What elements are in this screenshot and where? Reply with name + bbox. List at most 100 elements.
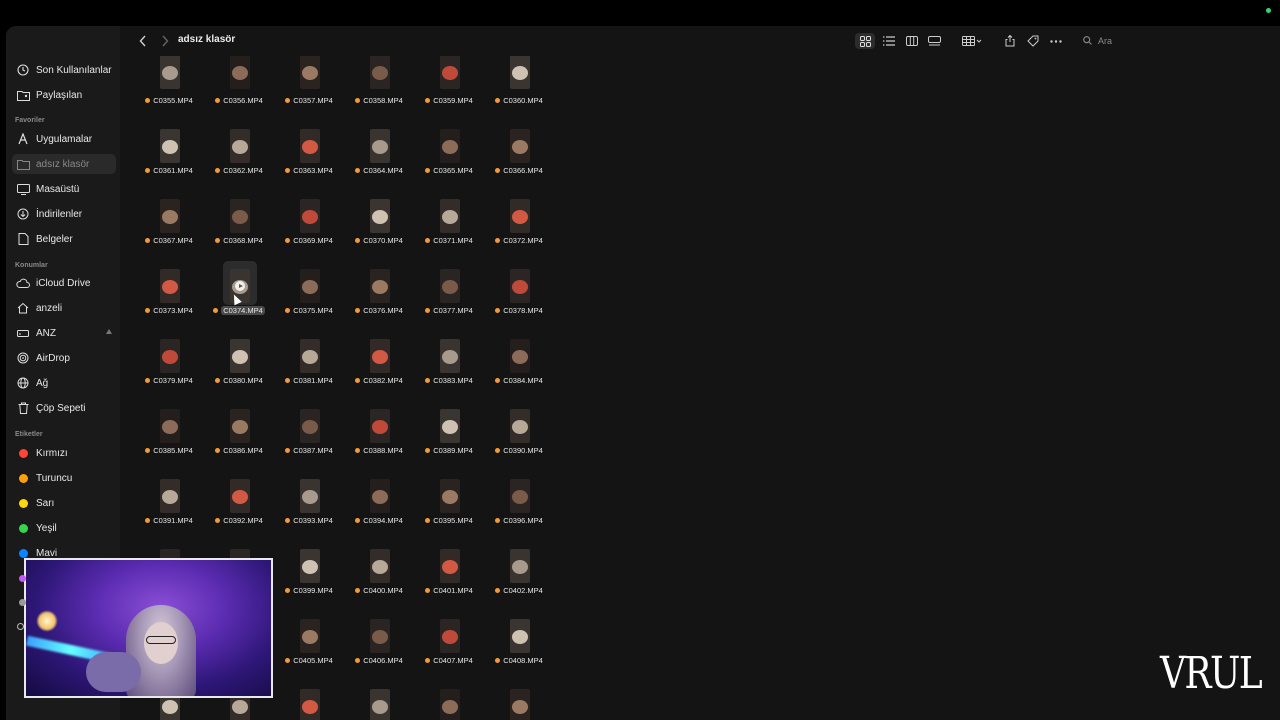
orange-tag-dot bbox=[145, 238, 151, 243]
forward-button[interactable] bbox=[158, 33, 172, 49]
file-item[interactable]: C0399.MP4 bbox=[275, 545, 343, 611]
file-item[interactable]: C0363.MP4 bbox=[275, 125, 343, 191]
sidebar-item-uygulamalar[interactable]: Uygulamalar bbox=[12, 129, 116, 149]
file-item[interactable]: C0394.MP4 bbox=[345, 475, 413, 541]
file-item[interactable]: C0406.MP4 bbox=[345, 615, 413, 681]
play-icon[interactable] bbox=[235, 281, 245, 291]
tag-button[interactable] bbox=[1025, 33, 1041, 49]
file-item[interactable]: C0396.MP4 bbox=[485, 475, 553, 541]
file-item[interactable]: C0405.MP4 bbox=[275, 615, 343, 681]
file-item[interactable]: C0358.MP4 bbox=[345, 56, 413, 121]
file-name: C0391.MP4 bbox=[135, 515, 203, 526]
gallery-view-button[interactable] bbox=[925, 33, 943, 49]
orange-tag-dot bbox=[425, 378, 431, 383]
orange-tag-dot bbox=[285, 448, 291, 453]
file-name: C0358.MP4 bbox=[345, 95, 413, 106]
back-button[interactable] bbox=[136, 33, 150, 49]
file-item[interactable]: C0375.MP4 bbox=[275, 265, 343, 331]
sidebar-item-anz[interactable]: ANZ bbox=[12, 323, 116, 343]
file-item[interactable]: C0360.MP4 bbox=[485, 56, 553, 121]
file-item[interactable]: C0395.MP4 bbox=[415, 475, 483, 541]
file-item[interactable]: C0407.MP4 bbox=[415, 615, 483, 681]
file-item[interactable]: C0377.MP4 bbox=[415, 265, 483, 331]
file-item[interactable]: C0383.MP4 bbox=[415, 335, 483, 401]
file-name: C0372.MP4 bbox=[485, 235, 553, 246]
file-item[interactable]: C0369.MP4 bbox=[275, 195, 343, 261]
file-item[interactable]: C0402.MP4 bbox=[485, 545, 553, 611]
column-view-button[interactable] bbox=[903, 33, 921, 49]
sidebar-item-icloud-drive[interactable]: iCloud Drive bbox=[12, 273, 116, 293]
tag-item-sar-[interactable]: Sarı bbox=[12, 493, 116, 513]
search-field[interactable]: Ara bbox=[1077, 31, 1277, 50]
file-item[interactable]: C0393.MP4 bbox=[275, 475, 343, 541]
tag-color-dot bbox=[16, 496, 30, 510]
file-item[interactable]: C0366.MP4 bbox=[485, 125, 553, 191]
file-item[interactable]: C0388.MP4 bbox=[345, 405, 413, 471]
file-item[interactable]: C0373.MP4 bbox=[135, 265, 203, 331]
file-name: C0373.MP4 bbox=[135, 305, 203, 316]
file-item[interactable]: C0370.MP4 bbox=[345, 195, 413, 261]
tag-item-ye-il[interactable]: Yeşil bbox=[12, 518, 116, 538]
file-item[interactable]: C0364.MP4 bbox=[345, 125, 413, 191]
file-item[interactable]: C0362.MP4 bbox=[205, 125, 273, 191]
file-item[interactable]: C0408.MP4 bbox=[485, 615, 553, 681]
file-item[interactable]: C0400.MP4 bbox=[345, 545, 413, 611]
file-item[interactable]: C0357.MP4 bbox=[275, 56, 343, 121]
file-item[interactable]: C0391.MP4 bbox=[135, 475, 203, 541]
sidebar-item-masa-st-[interactable]: Masaüstü bbox=[12, 179, 116, 199]
file-item[interactable]: C0368.MP4 bbox=[205, 195, 273, 261]
icon-view-button[interactable] bbox=[855, 33, 875, 49]
sidebar-item-belgeler[interactable]: Belgeler bbox=[12, 229, 116, 249]
sidebar-item--p-sepeti[interactable]: Çöp Sepeti bbox=[12, 398, 116, 418]
file-item[interactable]: C0380.MP4 bbox=[205, 335, 273, 401]
video-thumbnail bbox=[440, 549, 460, 583]
file-item[interactable]: C0390.MP4 bbox=[485, 405, 553, 471]
video-thumbnail bbox=[160, 199, 180, 233]
sidebar-item-i-ndirilenler[interactable]: İndirilenler bbox=[12, 204, 116, 224]
file-item[interactable]: C0387.MP4 bbox=[275, 405, 343, 471]
file-item[interactable] bbox=[485, 685, 553, 720]
file-item[interactable]: C0372.MP4 bbox=[485, 195, 553, 261]
tag-item-turuncu[interactable]: Turuncu bbox=[12, 468, 116, 488]
share-button[interactable] bbox=[1002, 33, 1018, 49]
file-item[interactable]: C0378.MP4 bbox=[485, 265, 553, 331]
file-item[interactable]: C0389.MP4 bbox=[415, 405, 483, 471]
video-thumbnail bbox=[300, 409, 320, 443]
file-item[interactable] bbox=[345, 685, 413, 720]
file-item[interactable]: C0367.MP4 bbox=[135, 195, 203, 261]
file-item[interactable]: C0381.MP4 bbox=[275, 335, 343, 401]
sidebar-item-ads-z-klas-r[interactable]: adsız klasör bbox=[12, 154, 116, 174]
video-thumbnail bbox=[440, 339, 460, 373]
file-item[interactable]: C0359.MP4 bbox=[415, 56, 483, 121]
file-item[interactable]: C0371.MP4 bbox=[415, 195, 483, 261]
sidebar-item-airdrop[interactable]: AirDrop bbox=[12, 348, 116, 368]
file-item[interactable]: C0382.MP4 bbox=[345, 335, 413, 401]
file-item[interactable]: C0365.MP4 bbox=[415, 125, 483, 191]
sidebar-item-son-kullan-lanlar[interactable]: Son Kullanılanlar bbox=[12, 60, 116, 80]
file-name: C0375.MP4 bbox=[275, 305, 343, 316]
file-item[interactable]: C0379.MP4 bbox=[135, 335, 203, 401]
tag-item-k-rm-z-[interactable]: Kırmızı bbox=[12, 443, 116, 463]
file-item[interactable]: C0356.MP4 bbox=[205, 56, 273, 121]
eject-icon[interactable] bbox=[106, 329, 112, 334]
list-view-button[interactable] bbox=[880, 33, 898, 49]
file-item[interactable]: C0385.MP4 bbox=[135, 405, 203, 471]
file-item[interactable]: C0384.MP4 bbox=[485, 335, 553, 401]
orange-tag-dot bbox=[425, 98, 431, 103]
sidebar-item-anzeli[interactable]: anzeli bbox=[12, 298, 116, 318]
file-item[interactable]: C0386.MP4 bbox=[205, 405, 273, 471]
orange-tag-dot bbox=[355, 448, 361, 453]
file-item[interactable] bbox=[415, 685, 483, 720]
file-item[interactable]: C0361.MP4 bbox=[135, 125, 203, 191]
more-button[interactable] bbox=[1048, 33, 1064, 49]
file-item[interactable] bbox=[275, 685, 343, 720]
file-item[interactable]: C0401.MP4 bbox=[415, 545, 483, 611]
file-item[interactable]: C0392.MP4 bbox=[205, 475, 273, 541]
orange-tag-dot bbox=[145, 98, 151, 103]
sidebar-item-payla-lan[interactable]: Paylaşılan bbox=[12, 85, 116, 105]
sidebar-item-a-[interactable]: Ağ bbox=[12, 373, 116, 393]
file-item[interactable]: C0376.MP4 bbox=[345, 265, 413, 331]
video-thumbnail bbox=[510, 479, 530, 513]
file-item[interactable]: C0355.MP4 bbox=[135, 56, 203, 121]
group-button[interactable] bbox=[960, 33, 984, 49]
